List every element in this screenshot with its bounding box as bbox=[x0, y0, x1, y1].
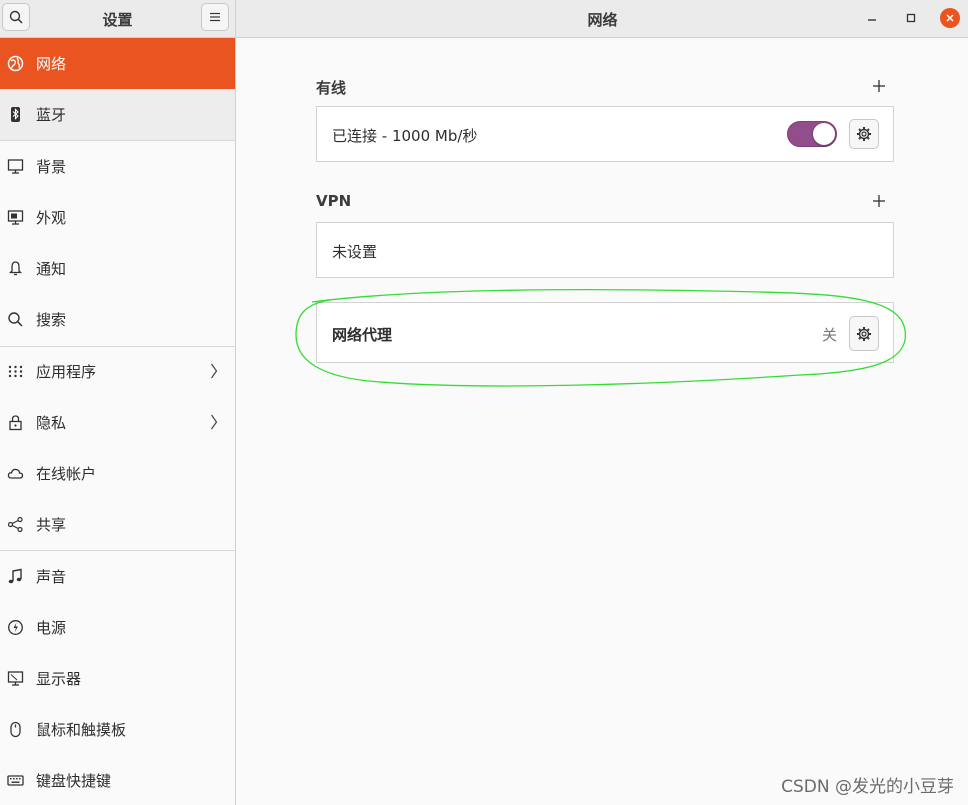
vpn-row: 未设置 bbox=[316, 222, 894, 278]
toggle-knob bbox=[813, 123, 835, 145]
sidebar-item-power[interactable]: 电源 bbox=[0, 602, 235, 653]
page-title: 网络 bbox=[587, 11, 618, 29]
plus-icon bbox=[873, 80, 885, 92]
sidebar-item-label: 外观 bbox=[36, 209, 67, 227]
maximize-button[interactable] bbox=[901, 8, 921, 28]
menu-button[interactable] bbox=[201, 3, 229, 31]
sidebar-item-bluetooth[interactable]: 蓝牙 bbox=[0, 89, 235, 140]
sidebar-title: 设置 bbox=[102, 11, 133, 29]
wired-settings-button[interactable] bbox=[849, 119, 879, 149]
sidebar-item-mouse-touchpad[interactable]: 鼠标和触摸板 bbox=[0, 704, 235, 755]
sidebar-item-privacy[interactable]: 隐私 bbox=[0, 397, 235, 448]
close-button[interactable] bbox=[940, 8, 960, 28]
add-vpn-button[interactable] bbox=[871, 193, 887, 209]
plus-icon bbox=[873, 195, 885, 207]
minimize-button[interactable] bbox=[862, 8, 882, 28]
sidebar-item-appearance[interactable]: 外观 bbox=[0, 192, 235, 243]
add-wired-button[interactable] bbox=[871, 78, 887, 94]
sidebar-item-label: 在线帐户 bbox=[36, 465, 97, 483]
power-icon bbox=[7, 619, 24, 636]
wired-status: 已连接 - 1000 Mb/秒 bbox=[332, 127, 478, 145]
gear-icon bbox=[857, 127, 871, 141]
minimize-icon bbox=[868, 19, 876, 21]
proxy-status: 关 bbox=[822, 326, 838, 344]
appearance-icon bbox=[7, 209, 24, 226]
network-icon bbox=[7, 55, 24, 72]
music-note-icon bbox=[7, 568, 24, 585]
monitor-icon bbox=[7, 670, 24, 687]
close-icon bbox=[946, 14, 954, 22]
chevron-right-icon bbox=[211, 414, 218, 430]
wired-section-title: 有线 bbox=[316, 79, 347, 97]
sidebar-item-label: 鼠标和触摸板 bbox=[36, 721, 127, 739]
sidebar-item-background[interactable]: 背景 bbox=[0, 141, 235, 192]
sidebar-item-label: 共享 bbox=[36, 516, 67, 534]
header-bar: 设置 网络 bbox=[0, 0, 968, 38]
mouse-icon bbox=[7, 721, 24, 738]
sidebar-item-label: 电源 bbox=[36, 619, 67, 637]
vpn-section-title: VPN bbox=[316, 192, 352, 210]
sidebar-item-online-accounts[interactable]: 在线帐户 bbox=[0, 448, 235, 499]
share-icon bbox=[7, 516, 24, 533]
background-icon bbox=[7, 158, 24, 175]
search-icon bbox=[7, 311, 24, 328]
sidebar-item-sound[interactable]: 声音 bbox=[0, 551, 235, 602]
hamburger-icon bbox=[210, 12, 220, 22]
sidebar-item-displays[interactable]: 显示器 bbox=[0, 653, 235, 704]
sidebar-item-network[interactable]: 网络 bbox=[0, 38, 235, 89]
apps-grid-icon bbox=[7, 363, 24, 380]
keyboard-icon bbox=[7, 772, 24, 789]
sidebar-item-sharing[interactable]: 共享 bbox=[0, 499, 235, 550]
bell-icon bbox=[7, 260, 24, 277]
watermark: CSDN @发光的小豆芽 bbox=[781, 777, 954, 797]
sidebar-item-label: 搜索 bbox=[36, 311, 67, 329]
sidebar-item-label: 声音 bbox=[36, 568, 67, 586]
sidebar: 网络 蓝牙 背景 外观 通知 搜索 应用程序 隐私 在线帐户 共享 声音 电源 … bbox=[0, 38, 236, 805]
proxy-settings-button[interactable] bbox=[849, 316, 879, 351]
sidebar-item-label: 应用程序 bbox=[36, 363, 97, 381]
wired-toggle[interactable] bbox=[787, 121, 837, 147]
sidebar-item-search[interactable]: 搜索 bbox=[0, 294, 235, 345]
sidebar-item-applications[interactable]: 应用程序 bbox=[0, 346, 235, 397]
sidebar-item-label: 网络 bbox=[36, 55, 67, 73]
maximize-icon bbox=[906, 13, 916, 23]
sidebar-header: 设置 bbox=[0, 0, 236, 38]
vpn-status: 未设置 bbox=[332, 243, 378, 261]
sidebar-item-notifications[interactable]: 通知 bbox=[0, 243, 235, 294]
wired-connection-row: 已连接 - 1000 Mb/秒 bbox=[316, 106, 894, 162]
cloud-icon bbox=[7, 465, 24, 482]
proxy-label: 网络代理 bbox=[332, 326, 393, 344]
sidebar-item-label: 显示器 bbox=[36, 670, 82, 688]
proxy-row[interactable]: 网络代理 关 bbox=[316, 302, 894, 363]
gear-icon bbox=[857, 326, 871, 341]
sidebar-item-label: 背景 bbox=[36, 158, 67, 176]
sidebar-item-label: 键盘快捷键 bbox=[36, 772, 112, 790]
sidebar-item-label: 通知 bbox=[36, 260, 67, 278]
sidebar-item-label: 隐私 bbox=[36, 414, 67, 432]
network-panel: 有线 已连接 - 1000 Mb/秒 VPN 未设置 网络代理 关 bbox=[237, 38, 968, 805]
chevron-right-icon bbox=[211, 363, 218, 379]
bluetooth-icon bbox=[7, 106, 24, 123]
lock-icon bbox=[7, 414, 24, 431]
sidebar-item-label: 蓝牙 bbox=[36, 106, 67, 124]
sidebar-item-keyboard-shortcuts[interactable]: 键盘快捷键 bbox=[0, 755, 235, 805]
